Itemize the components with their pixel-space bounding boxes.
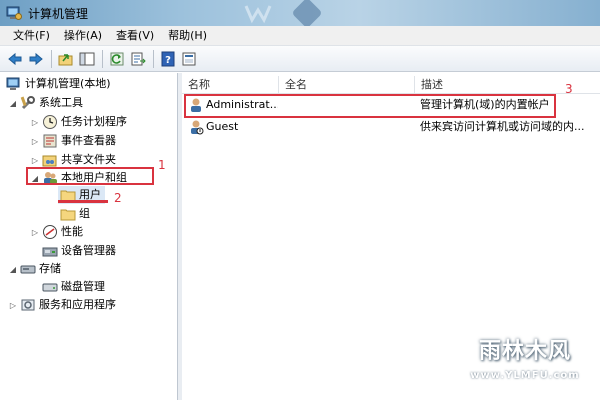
tree-label-device-manager: 设备管理器 xyxy=(61,244,116,257)
computer-management-icon xyxy=(6,77,20,90)
services-icon xyxy=(21,299,35,311)
column-header-name[interactable]: 名称 xyxy=(182,76,278,94)
watermark-url: www.YLMFU.com xyxy=(470,370,580,381)
collapsed-arrow-icon[interactable]: ▷ xyxy=(30,223,40,241)
properties-button[interactable] xyxy=(180,50,198,68)
cell-name: Guest xyxy=(206,120,239,133)
watermark-brand: 雨林木风 xyxy=(478,339,571,364)
menu-help[interactable]: 帮助(H) xyxy=(161,26,214,46)
export-list-icon xyxy=(131,52,146,65)
console-tree: 计算机管理(本地) ◢ 系统工具 ▷ 任务计划程序 ▷ 事件查看器 ▷ 共享文件… xyxy=(0,73,178,400)
annotation-number-1: 1 xyxy=(158,158,166,172)
window-title: 计算机管理 xyxy=(28,6,89,21)
help-button[interactable]: ? xyxy=(159,50,177,68)
annotation-number-2: 2 xyxy=(114,191,122,205)
forward-button[interactable] xyxy=(27,50,45,68)
tree-label-disk-management: 磁盘管理 xyxy=(61,280,105,293)
show-hide-tree-icon xyxy=(79,52,95,65)
collapsed-arrow-icon[interactable]: ▷ xyxy=(8,296,18,314)
tree-item-system-tools[interactable]: ◢ 系统工具 xyxy=(8,94,83,112)
title-decoration xyxy=(244,0,321,26)
storage-icon xyxy=(20,265,36,274)
performance-icon xyxy=(43,225,57,239)
tree-label-storage: 存储 xyxy=(39,262,61,275)
tree-label-task-scheduler: 任务计划程序 xyxy=(61,115,127,128)
back-button[interactable] xyxy=(6,50,24,68)
tree-item-event-viewer[interactable]: ▷ 事件查看器 xyxy=(30,132,116,150)
up-folder-icon xyxy=(58,53,73,65)
export-list-button[interactable] xyxy=(129,50,147,68)
tree-label-performance: 性能 xyxy=(61,225,83,238)
svg-text:?: ? xyxy=(165,55,171,66)
menu-view[interactable]: 查看(V) xyxy=(109,26,161,46)
toolbar-separator xyxy=(51,49,52,68)
tree-item-device-manager[interactable]: 设备管理器 xyxy=(40,242,116,260)
refresh-icon xyxy=(110,52,124,65)
clock-icon xyxy=(43,115,57,129)
up-folder-button[interactable] xyxy=(57,50,75,68)
annotation-underline-2 xyxy=(58,200,108,203)
list-row[interactable]: Guest 供来宾访问计算机或访问域的内... xyxy=(182,118,600,136)
collapsed-arrow-icon[interactable]: ▷ xyxy=(30,113,40,131)
cell-full-name xyxy=(284,118,412,136)
collapsed-arrow-icon[interactable]: ▷ xyxy=(30,132,40,150)
help-icon: ? xyxy=(161,51,175,66)
menu-action[interactable]: 操作(A) xyxy=(57,26,109,46)
forward-icon xyxy=(29,52,43,65)
column-header-full-name[interactable]: 全名 xyxy=(278,76,414,94)
title-bar: 计算机管理 xyxy=(0,0,600,26)
cell-description: 供来宾访问计算机或访问域的内... xyxy=(420,120,585,133)
shared-folder-icon xyxy=(42,155,57,167)
folder-icon xyxy=(60,209,76,221)
tree-item-groups[interactable]: 组 xyxy=(58,205,90,223)
tree-item-task-scheduler[interactable]: ▷ 任务计划程序 xyxy=(30,113,127,131)
tree-item-services-apps[interactable]: ▷ 服务和应用程序 xyxy=(8,296,116,314)
properties-icon xyxy=(182,52,196,65)
annotation-number-3: 3 xyxy=(565,82,573,96)
tree-label-services-apps: 服务和应用程序 xyxy=(39,298,116,311)
tree-item-performance[interactable]: ▷ 性能 xyxy=(30,223,83,241)
watermark: 雨林木风 www.YLMFU.com xyxy=(462,328,588,390)
show-hide-tree-button[interactable] xyxy=(78,50,96,68)
tree-item-root[interactable]: 计算机管理(本地) xyxy=(4,75,111,93)
computer-management-icon xyxy=(6,6,22,20)
refresh-button[interactable] xyxy=(108,50,126,68)
menu-file[interactable]: 文件(F) xyxy=(6,26,57,46)
toolbar: ? xyxy=(0,46,600,72)
device-manager-icon xyxy=(42,247,58,257)
menu-bar: 文件(F) 操作(A) 查看(V) 帮助(H) xyxy=(0,26,600,46)
disk-management-icon xyxy=(42,283,58,292)
back-icon xyxy=(8,52,22,65)
tree-label-system-tools: 系统工具 xyxy=(39,96,83,109)
event-viewer-icon xyxy=(43,134,57,148)
toolbar-separator xyxy=(102,49,103,68)
annotation-box-1 xyxy=(26,167,154,185)
toolbar-separator xyxy=(153,49,154,68)
list-header: 名称 全名 描述 xyxy=(182,76,600,94)
annotation-box-3 xyxy=(184,94,556,118)
tree-item-disk-management[interactable]: 磁盘管理 xyxy=(40,278,105,296)
user-disabled-icon xyxy=(191,120,204,135)
tree-item-storage[interactable]: ◢ 存储 xyxy=(8,260,61,278)
tree-label-root: 计算机管理(本地) xyxy=(25,77,111,90)
tree-label-event-viewer: 事件查看器 xyxy=(61,134,116,147)
tools-icon xyxy=(20,96,35,110)
tree-label-groups: 组 xyxy=(79,207,90,220)
expanded-arrow-icon[interactable]: ◢ xyxy=(8,260,18,278)
expanded-arrow-icon[interactable]: ◢ xyxy=(8,94,18,112)
